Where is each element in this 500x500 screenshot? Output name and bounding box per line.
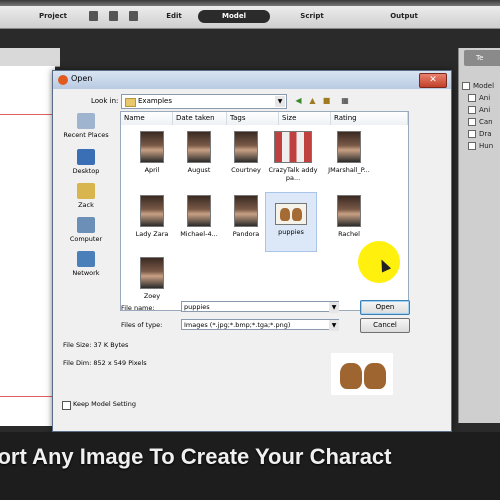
new-file-icon[interactable] <box>89 11 98 21</box>
back-icon[interactable]: ◀ <box>293 95 304 106</box>
thumbnail <box>140 257 164 289</box>
desktop-icon <box>77 149 95 165</box>
guide-line <box>0 114 55 115</box>
column-name[interactable]: Name <box>121 112 173 125</box>
recent-places-icon <box>77 113 95 129</box>
column-size[interactable]: Size <box>279 112 331 125</box>
thumbnail <box>234 195 258 227</box>
tab-edit[interactable]: Edit <box>150 10 198 23</box>
computer-icon <box>77 217 95 233</box>
chevron-down-icon[interactable]: ▼ <box>329 320 339 331</box>
thumbnail <box>187 131 211 163</box>
file-dim-text: File Dim: 852 x 549 Pixels <box>63 359 147 367</box>
tab-script[interactable]: Script <box>282 10 342 23</box>
tab-model[interactable]: Model <box>198 10 270 23</box>
file-tile[interactable]: JMarshall_P... <box>321 128 377 188</box>
image-preview <box>331 353 393 395</box>
user-folder-icon <box>77 183 95 199</box>
column-date-taken[interactable]: Date taken <box>173 112 227 125</box>
tree-item[interactable]: Ani <box>462 92 494 104</box>
thumbnail <box>337 131 361 163</box>
guide-line <box>0 396 55 397</box>
close-button[interactable]: ✕ <box>419 73 447 88</box>
place-user[interactable]: Zack <box>57 183 115 209</box>
cancel-button[interactable]: Cancel <box>360 318 410 333</box>
app-icon <box>58 75 68 85</box>
file-type-label: Files of type: <box>121 321 163 329</box>
thumbnail <box>140 131 164 163</box>
tab-project[interactable]: Project <box>24 10 82 23</box>
column-tags[interactable]: Tags <box>227 112 279 125</box>
folder-icon <box>125 98 136 107</box>
thumbnail <box>275 203 307 225</box>
expand-icon[interactable] <box>462 82 470 90</box>
look-in-select[interactable]: Examples ▼ <box>121 94 287 109</box>
file-name-field[interactable]: puppies <box>181 301 339 312</box>
keep-model-checkbox[interactable] <box>62 401 71 410</box>
new-folder-icon[interactable]: ■ <box>321 95 332 106</box>
dialog-title: Open <box>71 74 93 83</box>
file-tile[interactable]: CrazyTalk addy pa... <box>265 128 321 188</box>
tree-item[interactable]: Can <box>462 116 494 128</box>
toolbar-top-stripe <box>0 0 500 6</box>
thumbnail <box>274 131 312 163</box>
dialog-titlebar[interactable]: Open ✕ <box>53 71 451 89</box>
column-rating[interactable]: Rating <box>331 112 408 125</box>
up-folder-icon[interactable]: ▲ <box>307 95 318 106</box>
puppy-image <box>340 363 362 389</box>
look-in-value: Examples <box>138 97 173 105</box>
thumbnail <box>337 195 361 227</box>
thumbnail <box>187 195 211 227</box>
look-in-label: Look in: <box>91 97 119 105</box>
save-icon[interactable] <box>129 11 138 21</box>
tree-item[interactable]: Ani <box>462 104 494 116</box>
place-desktop[interactable]: Desktop <box>57 149 115 175</box>
network-icon <box>77 251 95 267</box>
caption-text: port Any Image To Create Your Charact <box>0 444 392 469</box>
stage-canvas <box>0 66 55 426</box>
place-computer[interactable]: Computer <box>57 217 115 243</box>
tree-item[interactable]: Dra <box>462 128 494 140</box>
open-folder-icon[interactable] <box>109 11 118 21</box>
thumbnail <box>140 195 164 227</box>
right-panel-header[interactable]: Te <box>464 50 500 66</box>
thumbnail <box>234 131 258 163</box>
file-name-label: File name: <box>121 304 155 312</box>
chevron-down-icon[interactable]: ▼ <box>329 302 339 313</box>
chevron-down-icon[interactable]: ▼ <box>275 96 285 107</box>
tree-item[interactable]: Hun <box>462 140 494 152</box>
file-type-select[interactable]: Images (*.jpg;*.bmp;*.tga;*.png) <box>181 319 339 330</box>
file-size-text: File Size: 37 K Bytes <box>63 341 129 349</box>
place-recent[interactable]: Recent Places <box>57 113 115 139</box>
keep-model-label: Keep Model Setting <box>73 400 136 408</box>
places-bar: Recent Places Desktop Zack Computer Netw… <box>57 109 115 309</box>
open-button[interactable]: Open <box>360 300 410 315</box>
tree-root[interactable]: Model <box>462 80 494 92</box>
view-menu-icon[interactable]: ▦ <box>337 95 353 106</box>
file-list[interactable]: Name Date taken Tags Size Rating April A… <box>120 111 409 311</box>
puppy-image <box>364 363 386 389</box>
model-tree: Model Ani Ani Can Dra Hun <box>462 80 494 152</box>
stage-toolbar <box>0 48 60 67</box>
tab-output[interactable]: Output <box>373 10 435 23</box>
app-toolbar: Project Edit Model Script Output <box>0 0 500 29</box>
place-network[interactable]: Network <box>57 251 115 277</box>
file-tile-selected[interactable]: puppies <box>265 192 317 252</box>
